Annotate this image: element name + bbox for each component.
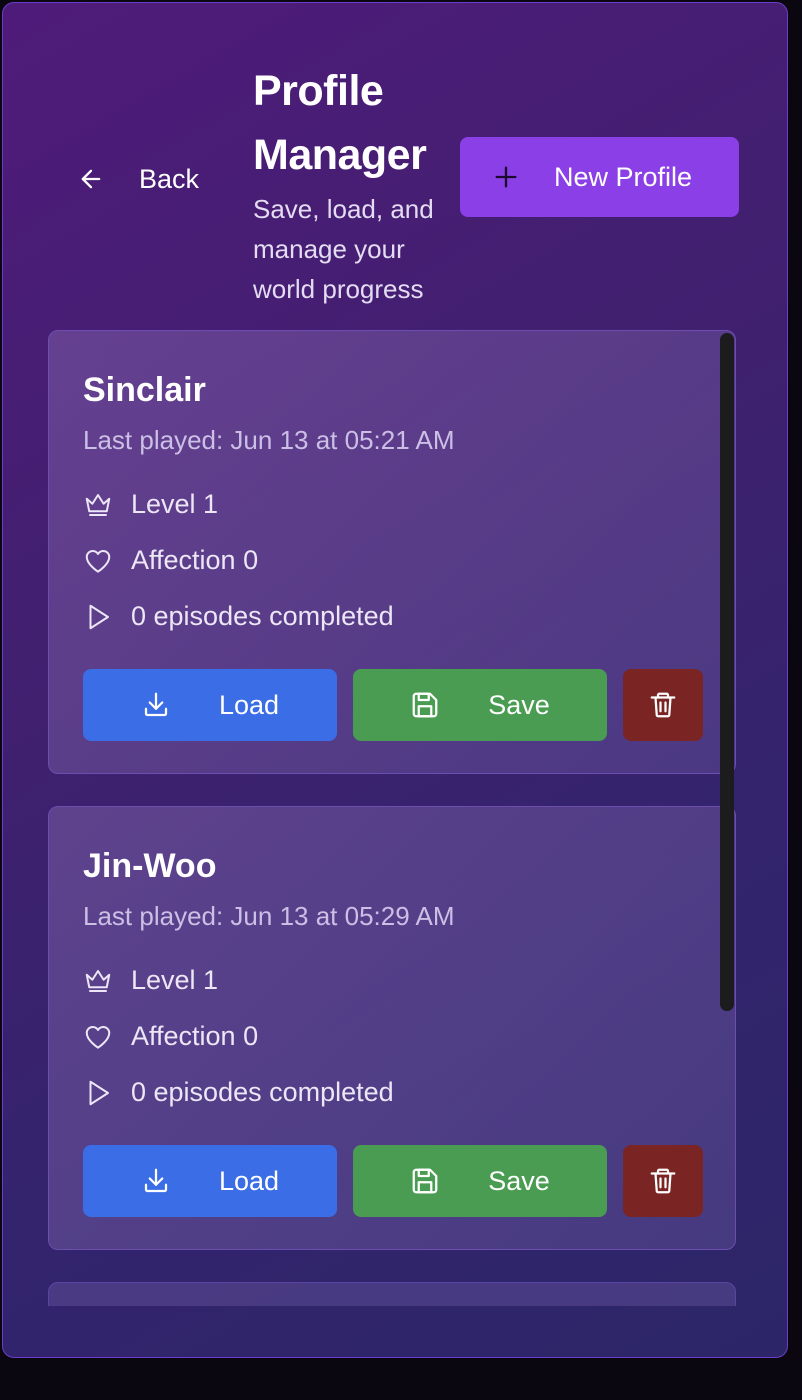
trash-icon — [650, 1168, 676, 1194]
crown-icon — [85, 493, 111, 516]
page-subtitle: Save, load, and manage your world progre… — [253, 194, 434, 304]
page-title: Profile Manager — [253, 67, 427, 179]
profile-name: Jin-Woo — [83, 847, 217, 885]
download-icon — [144, 692, 168, 717]
arrow-left-icon — [81, 169, 101, 189]
load-button[interactable]: Load — [83, 1145, 337, 1217]
profile-card: Sinclair Last played: Jun 13 at 05:21 AM… — [48, 330, 736, 774]
back-label: Back — [139, 163, 200, 194]
last-played: Last played: Jun 13 at 05:21 AM — [83, 425, 455, 455]
back-button[interactable]: Back — [77, 153, 217, 205]
episodes-stat: 0 episodes completed — [83, 1077, 394, 1108]
load-button[interactable]: Load — [83, 669, 337, 741]
level-text: Level 1 — [131, 965, 219, 995]
delete-button[interactable] — [623, 1145, 703, 1217]
affection-text: Affection 0 — [131, 545, 259, 575]
level-stat: Level 1 — [83, 965, 218, 996]
heart-icon — [85, 549, 111, 573]
heart-icon — [85, 1025, 111, 1049]
profile-list[interactable]: Sinclair Last played: Jun 13 at 05:21 AM… — [48, 330, 738, 1306]
floppy-disk-icon — [412, 1168, 438, 1194]
profile-card-partial — [48, 1282, 736, 1306]
trash-icon — [650, 692, 676, 718]
delete-button[interactable] — [623, 669, 703, 741]
level-text: Level 1 — [131, 489, 219, 519]
affection-text: Affection 0 — [131, 1021, 259, 1051]
header: Back Profile Manager Save, load, and man… — [3, 3, 787, 323]
load-label: Load — [218, 689, 280, 720]
profile-name: Sinclair — [83, 371, 206, 409]
crown-icon — [85, 969, 111, 992]
plus-icon — [495, 166, 517, 188]
affection-stat: Affection 0 — [83, 1021, 258, 1052]
new-profile-button[interactable]: New Profile — [460, 137, 739, 217]
affection-stat: Affection 0 — [83, 545, 258, 576]
save-label: Save — [488, 1165, 550, 1196]
save-label: Save — [488, 689, 550, 720]
title-block: Profile Manager Save, load, and manage y… — [253, 59, 458, 309]
new-profile-label: New Profile — [554, 161, 693, 192]
profile-card: Jin-Woo Last played: Jun 13 at 05:29 AM … — [48, 806, 736, 1250]
episodes-text: 0 episodes completed — [131, 601, 394, 631]
last-played: Last played: Jun 13 at 05:29 AM — [83, 901, 455, 931]
play-icon — [89, 604, 109, 629]
scrollbar[interactable] — [720, 333, 734, 1011]
floppy-disk-icon — [412, 692, 438, 718]
save-button[interactable]: Save — [353, 669, 607, 741]
save-button[interactable]: Save — [353, 1145, 607, 1217]
episodes-stat: 0 episodes completed — [83, 601, 394, 632]
play-icon — [89, 1080, 109, 1105]
load-label: Load — [218, 1165, 280, 1196]
level-stat: Level 1 — [83, 489, 218, 520]
download-icon — [144, 1168, 168, 1193]
episodes-text: 0 episodes completed — [131, 1077, 394, 1107]
